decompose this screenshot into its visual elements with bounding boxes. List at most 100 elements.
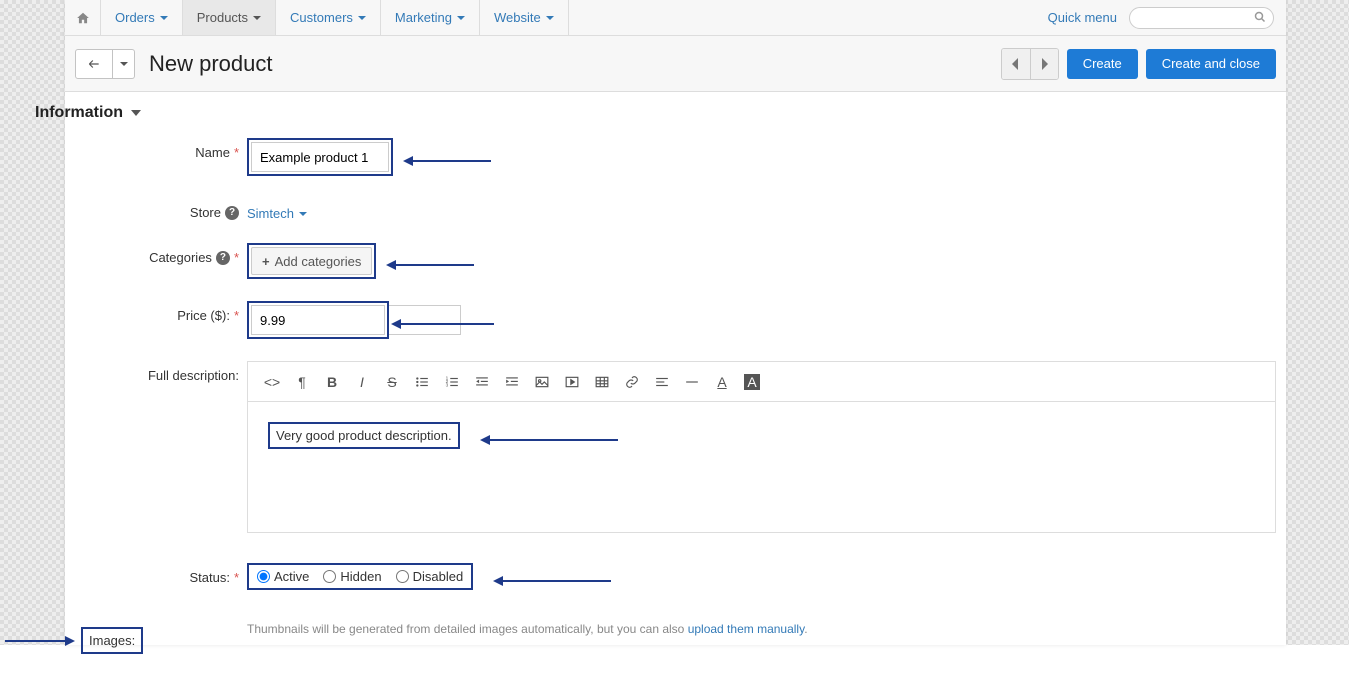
home-icon xyxy=(76,11,90,25)
row-status: Status:* Active Hidden Disabled xyxy=(75,563,1276,590)
create-button[interactable]: Create xyxy=(1067,49,1138,79)
tool-outdent-icon[interactable] xyxy=(468,368,496,396)
back-button[interactable] xyxy=(75,49,113,79)
tool-link-icon[interactable] xyxy=(618,368,646,396)
required-mark: * xyxy=(234,250,239,265)
nav-label: Website xyxy=(494,10,541,25)
chevron-down-icon xyxy=(120,62,128,66)
chevron-down-icon xyxy=(160,16,168,20)
radio-disabled[interactable]: Disabled xyxy=(396,569,464,584)
page-title: New product xyxy=(149,51,273,77)
tool-bold-icon[interactable]: B xyxy=(318,368,346,396)
tool-ol-icon[interactable]: 123 xyxy=(438,368,466,396)
arrow-annotation xyxy=(5,636,75,646)
search-wrap xyxy=(1129,7,1274,29)
search-input[interactable] xyxy=(1129,7,1274,29)
chevron-down-icon xyxy=(253,16,261,20)
editor-body[interactable]: Very good product description. xyxy=(248,402,1275,532)
nav-label: Products xyxy=(197,10,248,25)
chevron-down-icon xyxy=(131,110,141,116)
nav-item-website[interactable]: Website xyxy=(480,0,569,35)
tool-paragraph-icon[interactable]: ¶ xyxy=(288,368,316,396)
content: Information Name* Store ? xyxy=(65,92,1286,686)
search-icon xyxy=(1254,11,1266,23)
row-store: Store ? Simtech xyxy=(75,198,1276,221)
radio-hidden[interactable]: Hidden xyxy=(323,569,381,584)
tool-video-icon[interactable] xyxy=(558,368,586,396)
add-categories-button[interactable]: + Add categories xyxy=(251,247,372,275)
chevron-down-icon xyxy=(457,16,465,20)
title-actions: Create Create and close xyxy=(1001,48,1276,80)
arrow-annotation xyxy=(480,435,618,445)
required-mark: * xyxy=(234,570,239,585)
titlebar: New product Create Create and close xyxy=(65,36,1286,92)
store-selector[interactable]: Simtech xyxy=(247,198,307,221)
label-status: Status:* xyxy=(75,563,247,585)
arrow-annotation xyxy=(386,260,474,270)
row-images: Images: Thumbnails will be generated fro… xyxy=(75,620,1276,654)
tool-bgcolor-icon[interactable]: A xyxy=(738,368,766,396)
label-categories: Categories ? * xyxy=(75,243,247,265)
help-icon[interactable]: ? xyxy=(225,206,239,220)
back-dropdown[interactable] xyxy=(113,49,135,79)
required-mark: * xyxy=(234,308,239,323)
tool-ul-icon[interactable] xyxy=(408,368,436,396)
nav-label: Orders xyxy=(115,10,155,25)
radio-input[interactable] xyxy=(396,570,409,583)
label-store: Store ? xyxy=(75,198,247,220)
row-categories: Categories ? * + Add categories xyxy=(75,243,1276,279)
chevron-down-icon xyxy=(358,16,366,20)
chevron-down-icon xyxy=(546,16,554,20)
name-input[interactable] xyxy=(251,142,389,172)
help-icon[interactable]: ? xyxy=(216,251,230,265)
pager-next[interactable] xyxy=(1030,49,1058,79)
plus-icon: + xyxy=(262,254,270,269)
upload-manually-link[interactable]: upload them manually xyxy=(688,622,805,636)
create-close-button[interactable]: Create and close xyxy=(1146,49,1276,79)
nav-item-products[interactable]: Products xyxy=(183,0,276,35)
nav-label: Customers xyxy=(290,10,353,25)
back-button-group xyxy=(75,49,135,79)
section-information[interactable]: Information xyxy=(35,104,1276,122)
highlight-box xyxy=(247,301,389,339)
description-text: Very good product description. xyxy=(276,428,452,443)
tool-table-icon[interactable] xyxy=(588,368,616,396)
nav-home[interactable] xyxy=(65,0,101,35)
price-input[interactable] xyxy=(251,305,385,335)
tool-align-icon[interactable] xyxy=(648,368,676,396)
radio-input[interactable] xyxy=(257,570,270,583)
label-price: Price ($):* xyxy=(75,301,247,323)
label-full-description: Full description: xyxy=(75,361,247,383)
arrow-annotation xyxy=(403,156,491,166)
rich-text-editor: <> ¶ B I S 123 A A xyxy=(247,361,1276,533)
tool-image-icon[interactable] xyxy=(528,368,556,396)
tool-indent-icon[interactable] xyxy=(498,368,526,396)
radio-active[interactable]: Active xyxy=(257,569,309,584)
highlight-box xyxy=(247,138,393,176)
editor-toolbar: <> ¶ B I S 123 A A xyxy=(248,362,1275,402)
section-title: Information xyxy=(35,104,123,122)
chevron-down-icon xyxy=(299,212,307,216)
tool-italic-icon[interactable]: I xyxy=(348,368,376,396)
top-nav: Orders Products Customers Marketing Webs… xyxy=(65,0,1286,36)
highlight-box: Active Hidden Disabled xyxy=(247,563,473,590)
radio-input[interactable] xyxy=(323,570,336,583)
tool-strike-icon[interactable]: S xyxy=(378,368,406,396)
nav-item-orders[interactable]: Orders xyxy=(101,0,183,35)
pager-prev[interactable] xyxy=(1002,49,1030,79)
highlight-box: + Add categories xyxy=(247,243,376,279)
nav-item-marketing[interactable]: Marketing xyxy=(381,0,480,35)
row-price: Price ($):* xyxy=(75,301,1276,339)
tool-hr-icon[interactable] xyxy=(678,368,706,396)
required-mark: * xyxy=(234,145,239,160)
arrow-annotation xyxy=(493,576,611,586)
label-images: Images: xyxy=(89,633,135,648)
nav-item-customers[interactable]: Customers xyxy=(276,0,381,35)
pager xyxy=(1001,48,1059,80)
label-name: Name* xyxy=(75,138,247,160)
highlight-box: Very good product description. xyxy=(268,422,460,449)
quick-menu-link[interactable]: Quick menu xyxy=(1048,10,1117,25)
highlight-box: Images: xyxy=(81,627,143,654)
tool-code-icon[interactable]: <> xyxy=(258,368,286,396)
tool-textcolor-icon[interactable]: A xyxy=(708,368,736,396)
